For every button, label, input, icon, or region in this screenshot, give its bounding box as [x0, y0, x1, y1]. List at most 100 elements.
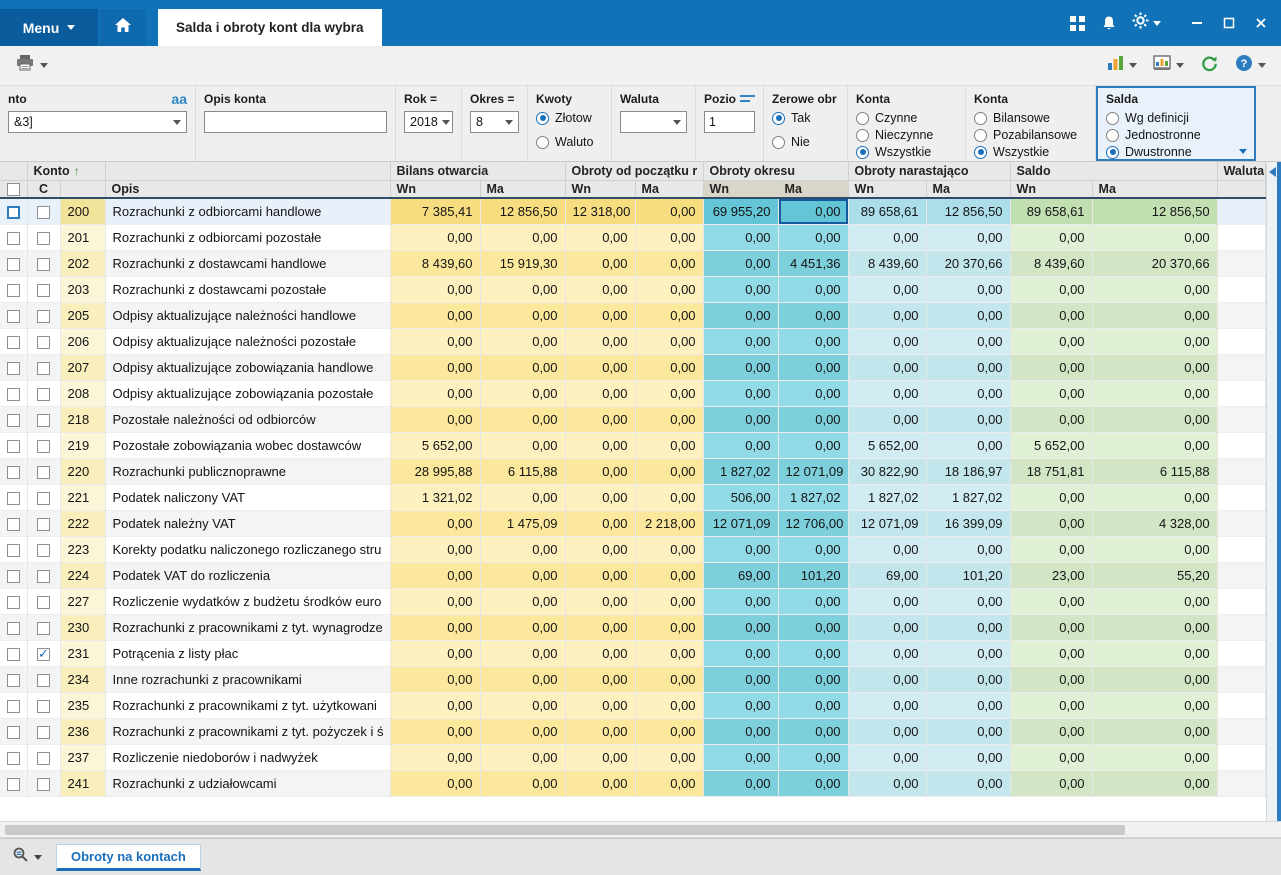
- cell-saldo-wn[interactable]: 0,00: [1010, 588, 1093, 615]
- cell-obroty-okresu-wn[interactable]: 0,00: [703, 588, 779, 615]
- radio-czynne[interactable]: Czynne: [856, 111, 957, 125]
- cell-saldo-wn[interactable]: 0,00: [1010, 276, 1093, 303]
- row-select-cell[interactable]: [0, 458, 28, 485]
- c-checkbox[interactable]: [37, 725, 50, 739]
- radio-bilansowe[interactable]: Bilansowe: [974, 111, 1087, 125]
- row-select-cell[interactable]: [0, 770, 28, 797]
- cell-waluta[interactable]: [1217, 224, 1266, 251]
- waluta-select[interactable]: [620, 111, 687, 133]
- row-checkbox[interactable]: [6, 491, 20, 505]
- cell-waluta[interactable]: [1217, 770, 1266, 797]
- cell-obroty-narastajaco-wn[interactable]: 12 071,09: [848, 510, 927, 537]
- cell-obroty-narastajaco-wn[interactable]: 0,00: [848, 718, 927, 745]
- cell-waluta[interactable]: [1217, 640, 1266, 667]
- cell-obroty-okresu-wn[interactable]: 0,00: [703, 614, 779, 641]
- cell-obroty-narastajaco-ma[interactable]: 0,00: [926, 380, 1011, 407]
- opis-konta-input[interactable]: [204, 111, 387, 133]
- table-row-200[interactable]: 200 Rozrachunki z odbiorcami handlowe 7 38…: [0, 198, 1266, 225]
- cell-obroty-okresu-ma[interactable]: 0,00: [778, 380, 849, 407]
- table-row-221[interactable]: 221 Podatek naliczony VAT 1 321,02 0,00 0,00…: [0, 484, 1266, 511]
- row-select-cell[interactable]: [0, 198, 28, 225]
- cell-opis[interactable]: Rozrachunki z odbiorcami handlowe: [105, 198, 391, 225]
- cell-saldo-ma[interactable]: 0,00: [1092, 276, 1218, 303]
- cell-konto[interactable]: 203: [60, 276, 106, 303]
- cell-obroty-narastajaco-ma[interactable]: 0,00: [926, 354, 1011, 381]
- cell-konto[interactable]: 237: [60, 744, 106, 771]
- cell-obroty-od-poczatku-wn[interactable]: 0,00: [565, 640, 636, 667]
- c-checkbox[interactable]: [37, 595, 50, 609]
- cell-waluta[interactable]: [1217, 692, 1266, 719]
- radio-dwustronne[interactable]: Dwustronne: [1106, 145, 1246, 159]
- cell-obroty-od-poczatku-wn[interactable]: 0,00: [565, 406, 636, 433]
- row-select-cell[interactable]: [0, 614, 28, 641]
- cell-opis[interactable]: Rozrachunki z pracownikami z tyt. pożycz…: [105, 718, 391, 745]
- cell-obroty-narastajaco-wn[interactable]: 0,00: [848, 692, 927, 719]
- row-select-cell[interactable]: [0, 588, 28, 615]
- cell-obroty-od-poczatku-wn[interactable]: 0,00: [565, 770, 636, 797]
- cell-obroty-okresu-wn[interactable]: 1 827,02: [703, 458, 779, 485]
- cell-obroty-narastajaco-ma[interactable]: 0,00: [926, 536, 1011, 563]
- cell-bilans-otwarcia-wn[interactable]: 0,00: [390, 380, 481, 407]
- cell-bilans-otwarcia-ma[interactable]: 0,00: [480, 380, 566, 407]
- cell-saldo-ma[interactable]: 0,00: [1092, 666, 1218, 693]
- cell-obroty-okresu-ma[interactable]: 0,00: [778, 588, 849, 615]
- cell-obroty-okresu-wn[interactable]: 0,00: [703, 354, 779, 381]
- c-checkbox[interactable]: [37, 283, 50, 297]
- cell-konto[interactable]: 221: [60, 484, 106, 511]
- cell-bilans-otwarcia-wn[interactable]: 0,00: [390, 536, 481, 563]
- table-row-227[interactable]: 227 Rozliczenie wydatków z budżetu środkó…: [0, 588, 1266, 615]
- match-case-icon[interactable]: aa: [171, 92, 187, 106]
- c-cell[interactable]: [27, 666, 61, 693]
- cell-bilans-otwarcia-ma[interactable]: 0,00: [480, 562, 566, 589]
- cell-obroty-narastajaco-ma[interactable]: 18 186,97: [926, 458, 1011, 485]
- cell-waluta[interactable]: [1217, 458, 1266, 485]
- table-row-207[interactable]: 207 Odpisy aktualizujące zobowiązania han…: [0, 354, 1266, 381]
- cell-opis[interactable]: Odpisy aktualizujące zobowiązania handlo…: [105, 354, 391, 381]
- cell-saldo-ma[interactable]: 4 328,00: [1092, 510, 1218, 537]
- cell-bilans-otwarcia-wn[interactable]: 28 995,88: [390, 458, 481, 485]
- cell-obroty-narastajaco-wn[interactable]: 0,00: [848, 224, 927, 251]
- cell-konto[interactable]: 235: [60, 692, 106, 719]
- horizontal-scrollbar-thumb[interactable]: [5, 825, 1125, 835]
- cell-obroty-od-poczatku-ma[interactable]: 0,00: [635, 640, 704, 667]
- cell-saldo-ma[interactable]: 0,00: [1092, 484, 1218, 511]
- c-cell[interactable]: [27, 484, 61, 511]
- c-checkbox[interactable]: [37, 205, 50, 219]
- cell-obroty-od-poczatku-ma[interactable]: 0,00: [635, 744, 704, 771]
- cell-bilans-otwarcia-ma[interactable]: 0,00: [480, 744, 566, 771]
- c-checkbox[interactable]: [37, 465, 50, 479]
- table-row-206[interactable]: 206 Odpisy aktualizujące należności pozos…: [0, 328, 1266, 355]
- row-checkbox[interactable]: [6, 647, 20, 661]
- cell-obroty-okresu-ma[interactable]: 1 827,02: [778, 484, 849, 511]
- cell-obroty-od-poczatku-wn[interactable]: 0,00: [565, 354, 636, 381]
- cell-bilans-otwarcia-wn[interactable]: 5 652,00: [390, 432, 481, 459]
- c-checkbox[interactable]: [37, 569, 50, 583]
- cell-opis[interactable]: Rozrachunki z dostawcami handlowe: [105, 250, 391, 277]
- cell-obroty-narastajaco-wn[interactable]: 89 658,61: [848, 198, 927, 225]
- sub-header-bo-ma[interactable]: Ma: [480, 180, 566, 199]
- cell-obroty-okresu-wn[interactable]: 0,00: [703, 328, 779, 355]
- cell-saldo-ma[interactable]: 12 856,50: [1092, 198, 1218, 225]
- group-header-obroty-okresu[interactable]: Obroty okresu: [703, 162, 849, 181]
- cell-waluta[interactable]: [1217, 510, 1266, 537]
- cell-saldo-wn[interactable]: 0,00: [1010, 302, 1093, 329]
- cell-obroty-narastajaco-ma[interactable]: 0,00: [926, 302, 1011, 329]
- radio-waluto[interactable]: Waluto: [536, 135, 603, 149]
- row-checkbox[interactable]: [6, 387, 20, 401]
- cell-bilans-otwarcia-wn[interactable]: 0,00: [390, 692, 481, 719]
- c-checkbox[interactable]: [37, 309, 50, 323]
- cell-obroty-okresu-wn[interactable]: 0,00: [703, 380, 779, 407]
- cell-obroty-od-poczatku-wn[interactable]: 0,00: [565, 224, 636, 251]
- cell-saldo-ma[interactable]: 6 115,88: [1092, 458, 1218, 485]
- row-select-cell[interactable]: [0, 666, 28, 693]
- cell-obroty-okresu-ma[interactable]: 0,00: [778, 224, 849, 251]
- cell-saldo-wn[interactable]: 0,00: [1010, 718, 1093, 745]
- cell-obroty-okresu-ma[interactable]: 0,00: [778, 718, 849, 745]
- settings-gear-button[interactable]: [1125, 0, 1167, 46]
- cell-obroty-narastajaco-ma[interactable]: 0,00: [926, 276, 1011, 303]
- row-checkbox[interactable]: [6, 439, 20, 453]
- cell-saldo-ma[interactable]: 0,00: [1092, 406, 1218, 433]
- cell-waluta[interactable]: [1217, 484, 1266, 511]
- cell-bilans-otwarcia-ma[interactable]: 0,00: [480, 692, 566, 719]
- cell-obroty-narastajaco-wn[interactable]: 0,00: [848, 666, 927, 693]
